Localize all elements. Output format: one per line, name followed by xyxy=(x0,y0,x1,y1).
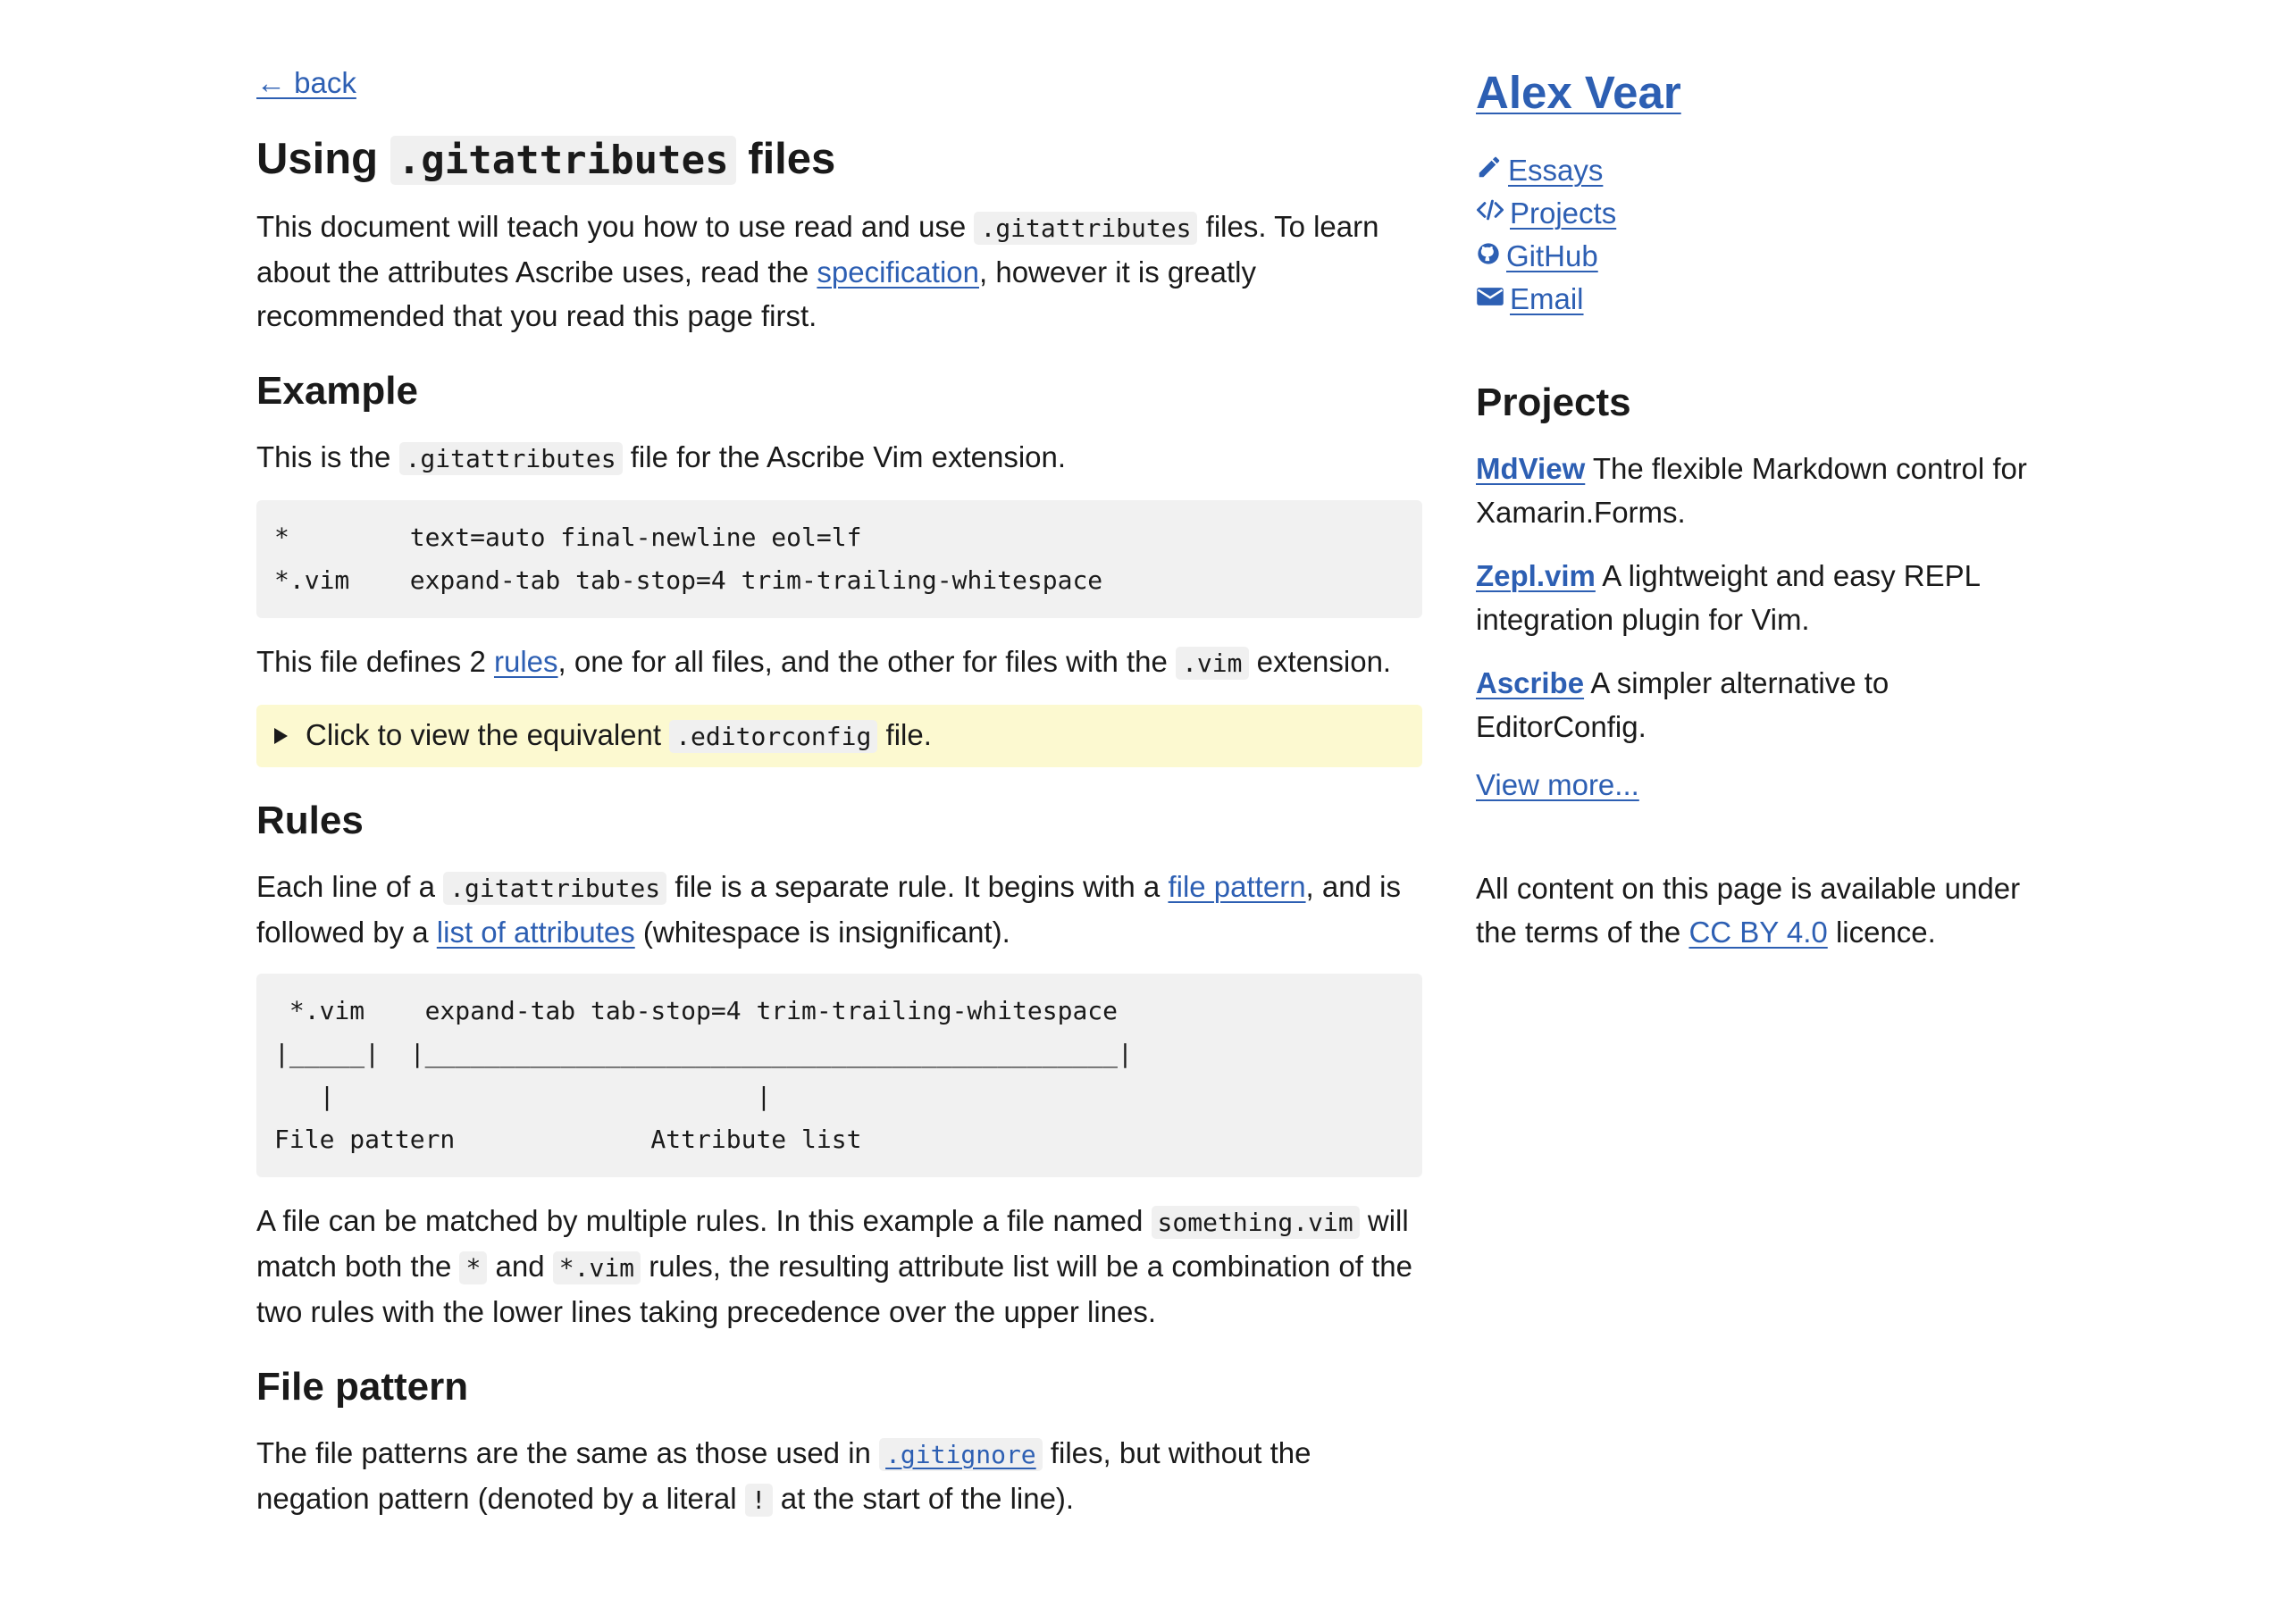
back-link[interactable]: ← back xyxy=(256,66,356,100)
text: , one for all files, and the other for f… xyxy=(557,645,1168,679)
sidebar-nav: Essays Projects GitHub Email xyxy=(1476,149,2066,321)
project-link-ascribe[interactable]: Ascribe xyxy=(1476,666,1584,699)
projects-heading: Projects xyxy=(1476,381,1631,424)
license-link[interactable]: CC BY 4.0 xyxy=(1688,916,1827,949)
projects-link[interactable]: Projects xyxy=(1510,192,1616,235)
text: extension. xyxy=(1256,645,1392,679)
text: file is a separate rule. It begins with … xyxy=(675,869,1161,903)
rules-heading: Rules xyxy=(256,799,364,843)
sidebar-item-essays: Essays xyxy=(1476,149,2066,192)
text: (whitespace is insignificant). xyxy=(642,915,1010,949)
envelope-icon xyxy=(1476,278,1510,321)
inline-code: *.vim xyxy=(552,1251,641,1284)
project-item: Zepl.vim A lightweight and easy REPL int… xyxy=(1476,554,2066,641)
sidebar-item-projects: Projects xyxy=(1476,192,2066,235)
example-code-block: * text=auto final-newline eol=lf *.vim e… xyxy=(256,500,1422,619)
inline-code: .gitattributes xyxy=(443,871,667,905)
site-title-link[interactable]: Alex Vear xyxy=(1476,66,1681,119)
matching-paragraph: A file can be matched by multiple rules.… xyxy=(256,1199,1422,1334)
text: This is the xyxy=(256,440,391,474)
inline-code: * xyxy=(459,1251,488,1284)
file-pattern-paragraph: The file patterns are the same as those … xyxy=(256,1431,1422,1522)
rules-count-paragraph: This file defines 2 rules, one for all f… xyxy=(256,640,1422,685)
text: at the start of the line). xyxy=(780,1481,1075,1515)
details-summary: Click to view the equivalent .editorconf… xyxy=(306,715,932,757)
inline-code: .editorconfig xyxy=(669,720,878,754)
example-paragraph: This is the .gitattributes file for the … xyxy=(256,435,1422,481)
email-link[interactable]: Email xyxy=(1510,278,1584,321)
article: ← back Using .gitattributes files This d… xyxy=(256,63,1422,1542)
view-more-link[interactable]: View more... xyxy=(1476,768,1639,801)
title-code: .gitattributes xyxy=(390,136,736,185)
inline-code: .gitattributes xyxy=(974,212,1198,246)
page-title: Using .gitattributes files xyxy=(256,132,1422,187)
text: and xyxy=(495,1249,545,1283)
github-link[interactable]: GitHub xyxy=(1506,235,1598,278)
text: A file can be matched by multiple rules.… xyxy=(256,1203,1144,1237)
sidebar-item-github: GitHub xyxy=(1476,235,2066,278)
text: The file patterns are the same as those … xyxy=(256,1435,871,1469)
license-notice: All content on this page is available un… xyxy=(1476,866,2066,954)
text: licence. xyxy=(1835,915,1936,949)
inline-code: something.vim xyxy=(1151,1205,1360,1239)
rules-link[interactable]: rules xyxy=(494,645,558,678)
inline-code: .gitattributes xyxy=(398,442,623,476)
file-pattern-heading: File pattern xyxy=(256,1364,469,1409)
editorconfig-details-toggle[interactable]: Click to view the equivalent .editorconf… xyxy=(256,705,1422,768)
inline-code: ! xyxy=(744,1483,773,1517)
inline-code: .vim xyxy=(1176,647,1249,681)
title-text-end: files xyxy=(748,135,836,183)
inline-code: .gitignore xyxy=(879,1437,1043,1471)
text: Click to view the equivalent xyxy=(306,718,662,752)
file-pattern-link[interactable]: file pattern xyxy=(1168,870,1305,903)
essays-link[interactable]: Essays xyxy=(1508,149,1603,192)
intro-text: This document will teach you how to use … xyxy=(256,210,967,244)
list-of-attributes-link[interactable]: list of attributes xyxy=(437,916,635,949)
text: file. xyxy=(885,718,932,752)
title-text: Using xyxy=(256,135,379,183)
project-link-mdview[interactable]: MdView xyxy=(1476,452,1585,485)
example-heading: Example xyxy=(256,369,418,414)
specification-link[interactable]: specification xyxy=(817,255,979,289)
text: Each line of a xyxy=(256,869,435,903)
project-item: Ascribe A simpler alternative to EditorC… xyxy=(1476,661,2066,749)
text: This file defines 2 xyxy=(256,645,486,679)
rules-code-block: *.vim expand-tab tab-stop=4 trim-trailin… xyxy=(256,973,1422,1177)
gitignore-link[interactable]: .gitignore xyxy=(879,1436,1043,1471)
rules-paragraph: Each line of a .gitattributes file is a … xyxy=(256,865,1422,954)
pencil-icon xyxy=(1476,149,1508,192)
code-icon xyxy=(1476,192,1510,235)
disclosure-triangle-icon xyxy=(274,728,288,745)
intro-paragraph: This document will teach you how to use … xyxy=(256,205,1422,338)
project-item: MdView The flexible Markdown control for… xyxy=(1476,447,2066,534)
project-link-zepl[interactable]: Zepl.vim xyxy=(1476,559,1596,592)
sidebar: Alex Vear Essays Projects GitHub Email P… xyxy=(1476,63,2066,974)
sidebar-item-email: Email xyxy=(1476,278,2066,321)
page: ← back Using .gitattributes files This d… xyxy=(0,0,2296,1606)
text: file for the Ascribe Vim extension. xyxy=(630,440,1067,474)
github-icon xyxy=(1476,235,1506,278)
